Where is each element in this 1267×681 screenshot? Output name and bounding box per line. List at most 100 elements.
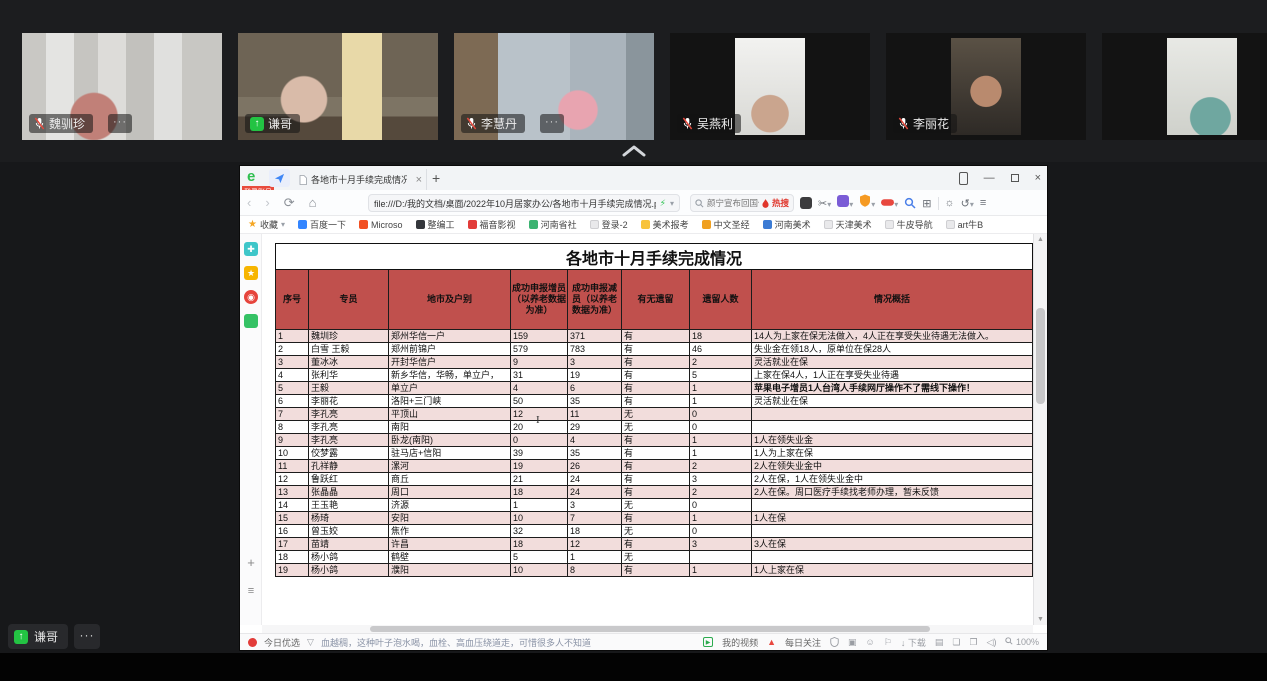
chevron-down-icon[interactable]: ▾: [670, 199, 674, 208]
apps-grid-icon[interactable]: ⊞: [922, 197, 931, 210]
bookmark-item[interactable]: 登录-2: [589, 218, 628, 231]
participant-tile-3[interactable]: 李慧丹 ···: [454, 33, 654, 140]
table-cell: 2: [275, 342, 309, 356]
participant-tile-2[interactable]: ↑ 谦哥: [238, 33, 438, 140]
table-cell: 18: [510, 485, 568, 499]
news-ticker[interactable]: 血越稠，这种叶子泡水喝，血栓、高血压绕道走，可惜很多人不知道: [321, 636, 591, 649]
bookmark-item[interactable]: Microso: [359, 220, 403, 230]
scroll-down-arrow[interactable]: ▼: [1034, 616, 1047, 623]
window-split-icon[interactable]: ❐: [969, 637, 977, 648]
table-cell: 19: [510, 459, 568, 473]
download-icon[interactable]: ↓ 下载: [901, 636, 926, 649]
table-cell: 2人在保。周口医疗手续找老师办理，暂未反馈: [750, 485, 1033, 499]
speaker-icon[interactable]: ◁): [987, 637, 997, 648]
refresh-button[interactable]: ⟳: [277, 196, 302, 209]
horizontal-scroll-thumb[interactable]: [370, 626, 930, 632]
close-button[interactable]: ×: [1035, 172, 1041, 184]
table-cell: 张利华: [308, 368, 389, 382]
flag-icon[interactable]: ⚐: [884, 637, 892, 648]
sidebar-health-app-icon[interactable]: ✚: [244, 242, 258, 256]
participant-tile-6[interactable]: [1102, 33, 1267, 140]
back-button[interactable]: ‹: [240, 196, 258, 209]
menu-icon[interactable]: ≡: [980, 197, 986, 209]
forward-button[interactable]: ›: [258, 196, 276, 209]
undo-history-icon[interactable]: ↺▾: [961, 197, 974, 210]
table-cell: [750, 550, 1033, 564]
participant-more-button[interactable]: ···: [108, 114, 132, 133]
vertical-scrollbar[interactable]: ▲ ▼: [1033, 234, 1047, 625]
collapse-strip-chevron-icon[interactable]: [620, 143, 648, 159]
table-cell: 4: [567, 433, 622, 447]
tab-close-icon[interactable]: ×: [416, 174, 422, 186]
table-header-row: 序号 专员 地市及户别 成功申报增员（以养老数据为准） 成功申报减员（以养老数据为准）有…: [275, 269, 1033, 330]
table-cell: 17: [275, 537, 309, 551]
reading-mode-icon[interactable]: [800, 197, 812, 209]
bookmark-item[interactable]: 福音影视: [467, 218, 516, 231]
bookmark-item[interactable]: 百度一下: [298, 218, 346, 231]
table-header-cell: 序号: [275, 269, 309, 330]
bookmark-item[interactable]: art牛B: [945, 218, 983, 231]
table-cell: 商丘: [388, 472, 511, 486]
participant-more-button[interactable]: ···: [540, 114, 564, 133]
bookmark-item[interactable]: 天津美术: [823, 218, 872, 231]
phone-mode-icon[interactable]: [958, 171, 968, 185]
sidebar-notes-icon[interactable]: [244, 314, 258, 328]
extension-purple-icon[interactable]: ▾: [837, 194, 853, 212]
sidebar-add-icon[interactable]: +: [244, 556, 258, 570]
sidebar-weibo-icon[interactable]: ◉: [244, 290, 258, 304]
vertical-scroll-thumb[interactable]: [1036, 308, 1045, 404]
bookmark-item[interactable]: 中文圣经: [701, 218, 750, 231]
shield-check-icon[interactable]: [830, 637, 839, 647]
feedback-icon[interactable]: ❏: [952, 637, 960, 648]
address-bar[interactable]: file:///D:/我的文档/桌面/2022年10月居家办公/各地市十月手续完…: [368, 194, 680, 212]
home-button[interactable]: ⌂: [302, 196, 324, 209]
pdf-viewer-page[interactable]: 各地市十月手续完成情况 序号 专员 地市及户别 成功申报增员（以养老数据为准） 成功申报…: [262, 234, 1033, 625]
browser-logo-icon[interactable]: e: [247, 168, 255, 185]
zoom-control[interactable]: 100%: [1005, 637, 1039, 647]
bookmark-favorites[interactable]: ★ 收藏 ▾: [248, 218, 285, 231]
daily-follow-label[interactable]: 每日关注: [785, 636, 821, 649]
participant-tile-1[interactable]: 魏驯珍 ···: [22, 33, 222, 140]
my-video-label[interactable]: 我的视频: [722, 636, 758, 649]
participant-tile-5[interactable]: 李丽花: [886, 33, 1086, 140]
my-video-icon: ▶: [703, 637, 714, 647]
security-shield-icon[interactable]: ▾: [859, 194, 875, 212]
restore-button[interactable]: [1010, 174, 1019, 182]
search-box[interactable]: 颜宁宣布回国任职 热搜: [690, 194, 794, 212]
find-magnifier-icon[interactable]: [904, 197, 916, 209]
new-tab-button[interactable]: +: [432, 170, 440, 186]
table-row: 17 苗靖 许昌 18 12 有 3 3人在保: [275, 537, 1033, 551]
settings-sun-icon[interactable]: ☼: [945, 197, 955, 209]
table-cell: 有: [621, 446, 690, 460]
participant-tile-4[interactable]: 吴燕利: [670, 33, 870, 140]
bookmark-item[interactable]: 河南美术: [762, 218, 811, 231]
emoji-icon[interactable]: ☺: [866, 637, 875, 647]
scroll-up-arrow[interactable]: ▲: [1034, 236, 1047, 243]
horizontal-scrollbar[interactable]: [262, 625, 1033, 633]
search-hot-query: 颜宁宣布回国任职: [707, 198, 759, 208]
screenshot-scissors-icon[interactable]: ✂▾: [818, 197, 831, 210]
bookmark-favicon: [528, 220, 538, 229]
browser-tab[interactable]: 各地市十月手续完成情况.pdf ×: [295, 169, 427, 190]
bookmark-item[interactable]: 美术报考: [640, 218, 689, 231]
gallery-icon[interactable]: ▣: [848, 637, 857, 648]
sidebar-favorites-icon[interactable]: ★: [244, 266, 258, 280]
table-cell: 1: [567, 550, 622, 564]
bookmark-item[interactable]: 河南省社: [528, 218, 577, 231]
minimize-button[interactable]: —: [984, 172, 995, 184]
sidebar-list-icon[interactable]: ≡: [244, 584, 258, 598]
sharer-indicator-pill[interactable]: ↑ 谦哥: [8, 624, 69, 649]
sidebar-toggle-icon[interactable]: ▤: [935, 637, 944, 648]
bookmark-item[interactable]: 整编工: [415, 218, 455, 231]
table-row: 14 王玉艳 济源 1 3 无 0: [275, 498, 1033, 512]
table-row: 15 杨琦 安阳 10 7 有 1 1人在保: [275, 511, 1033, 525]
star-icon: ★: [248, 218, 257, 230]
daily-picks-label[interactable]: 今日优选: [264, 636, 300, 649]
table-cell: 苗靖: [308, 537, 389, 551]
ticker-expand-icon[interactable]: ▽: [307, 637, 314, 648]
game-controller-icon[interactable]: ▾: [881, 194, 898, 212]
bookmark-item[interactable]: 牛皮导航: [884, 218, 933, 231]
sharer-more-button[interactable]: ···: [74, 624, 100, 649]
speed-mode-button[interactable]: [269, 169, 290, 187]
hot-search-label[interactable]: 热搜: [772, 197, 789, 209]
